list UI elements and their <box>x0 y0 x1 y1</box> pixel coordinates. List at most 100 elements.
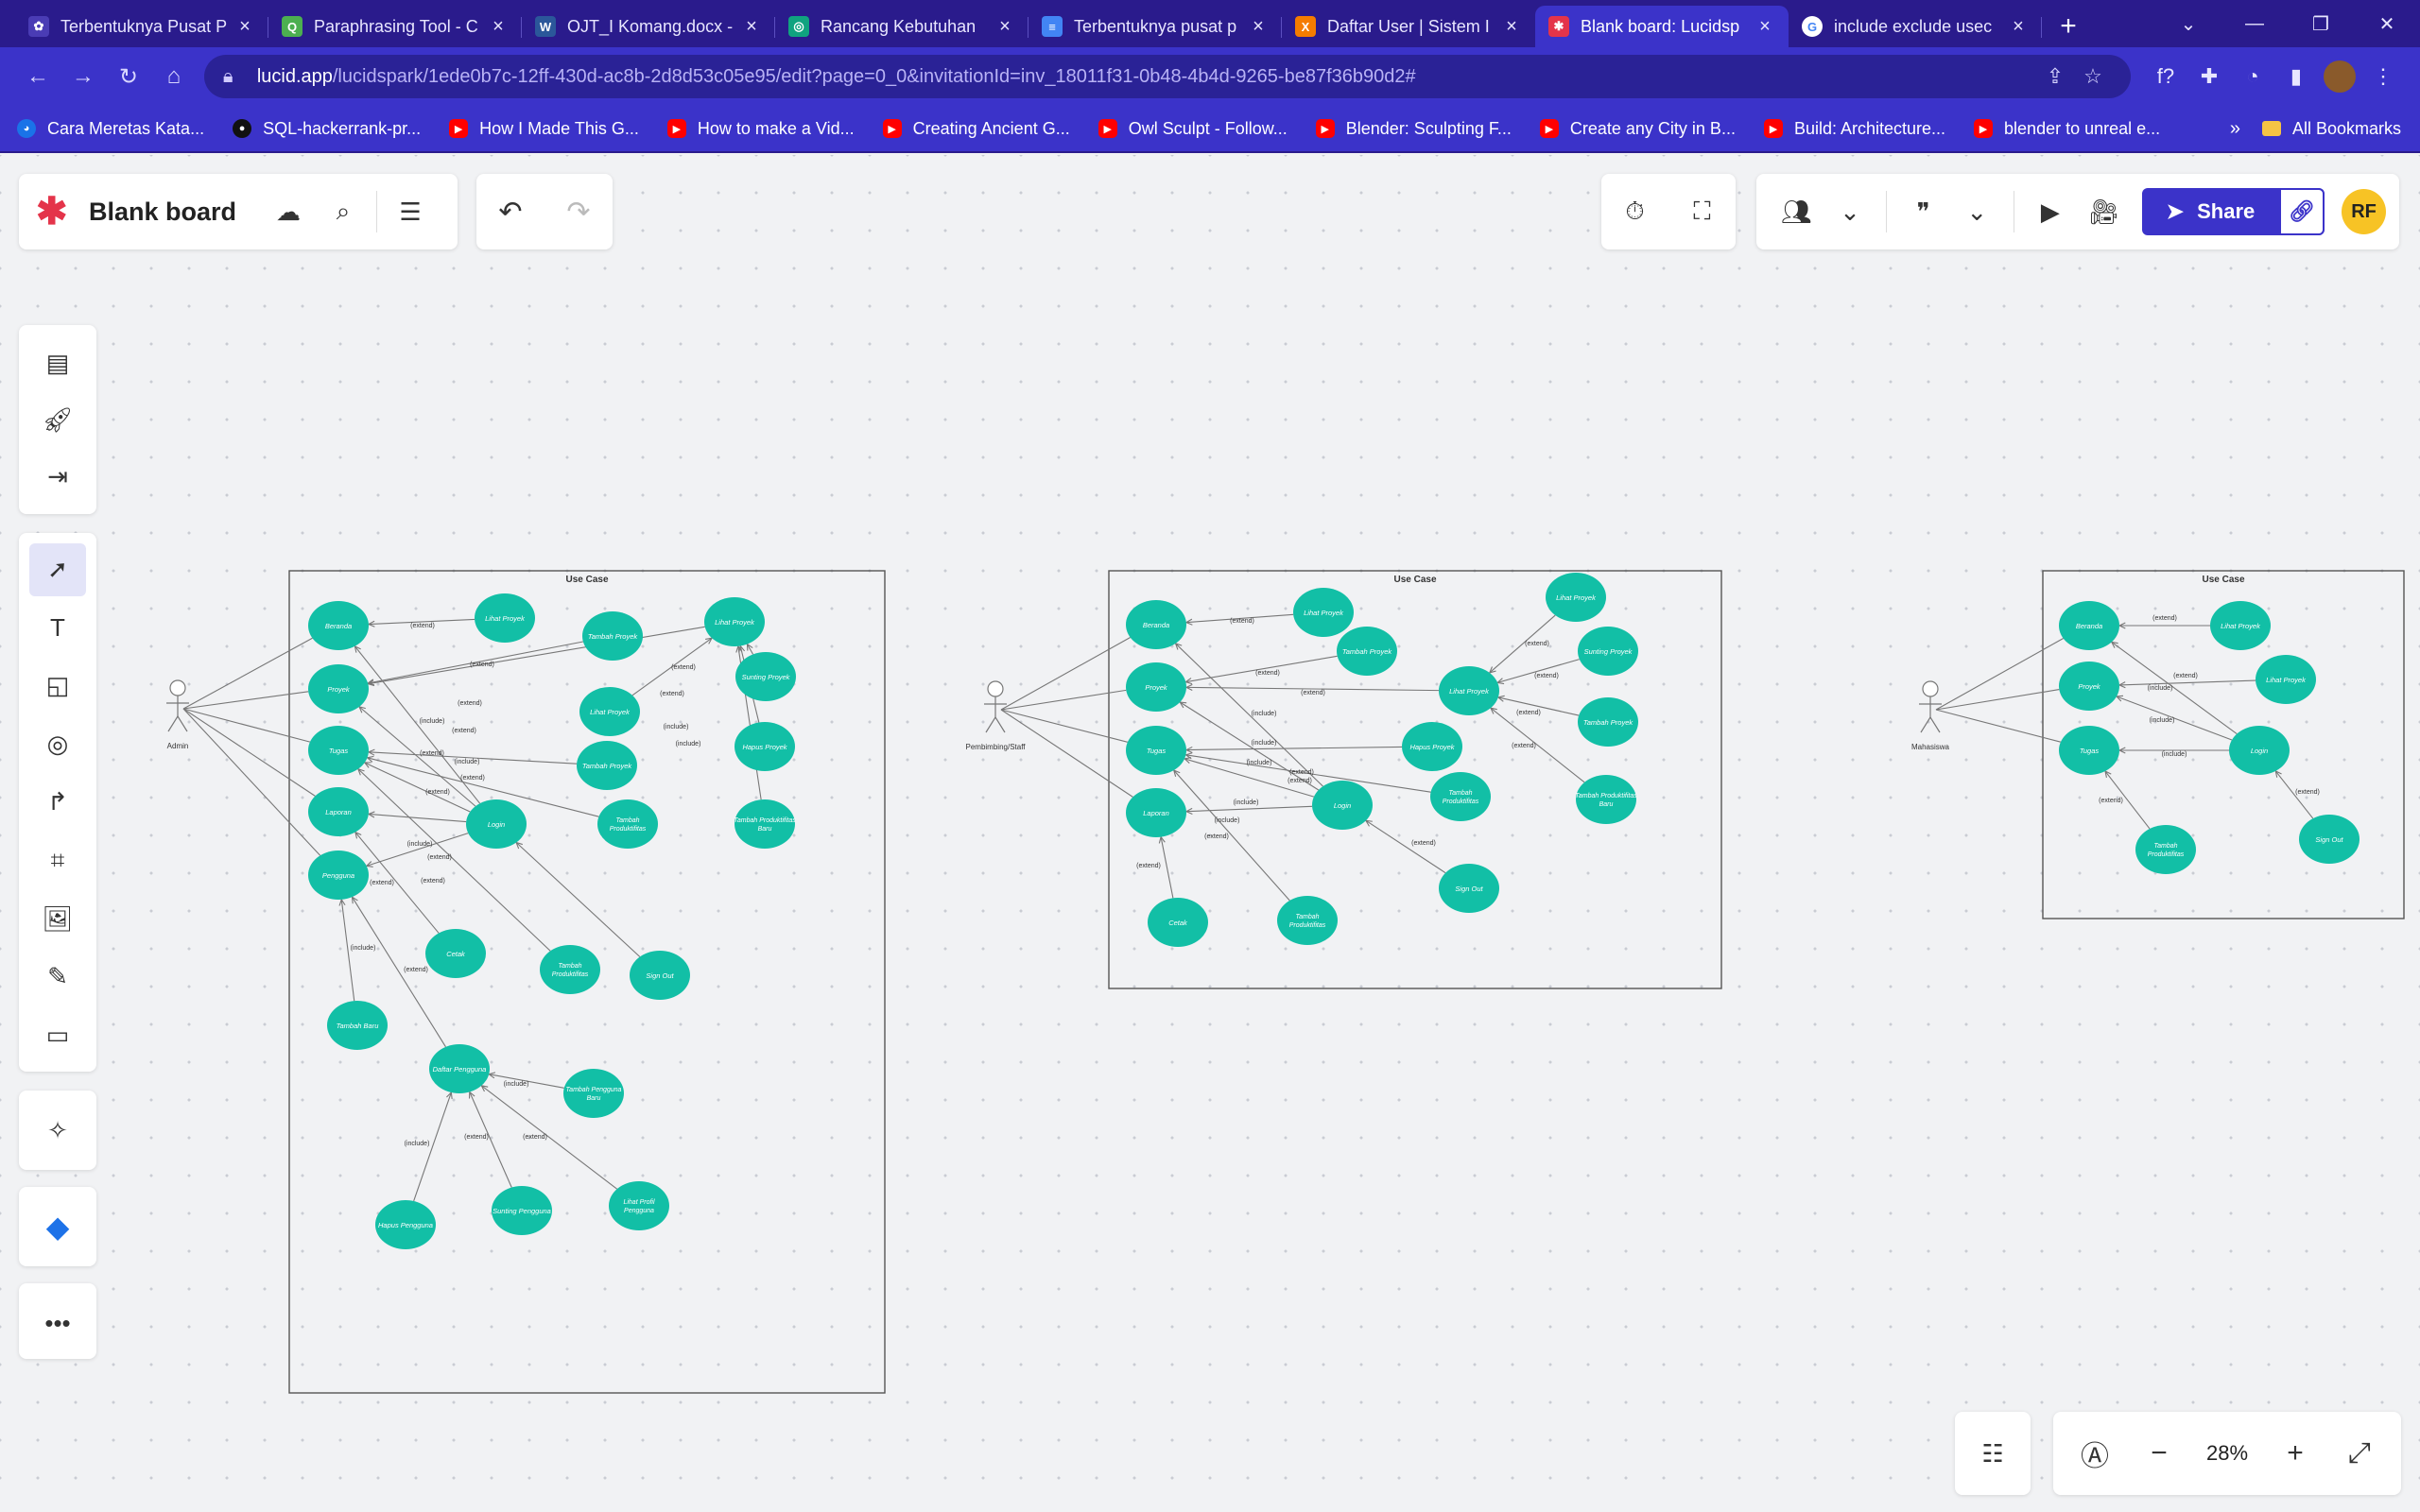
association-line[interactable] <box>1000 637 1131 711</box>
use-case-node[interactable]: Hapus Proyek <box>1402 722 1462 771</box>
close-tab-icon[interactable]: × <box>488 16 509 38</box>
zoom-level[interactable]: 28% <box>2199 1441 2256 1466</box>
use-case-ellipse[interactable] <box>540 945 600 994</box>
import-icon[interactable]: ⇥ <box>29 450 86 503</box>
use-case-node[interactable]: Proyek <box>308 664 369 713</box>
relationship-line[interactable] <box>1160 836 1174 899</box>
association-line[interactable] <box>1000 689 1127 711</box>
association-line[interactable] <box>182 708 311 743</box>
actor-leg[interactable] <box>1929 716 1941 733</box>
back-icon[interactable]: ← <box>15 54 60 99</box>
use-case-node[interactable]: Tugas <box>308 726 369 775</box>
arrowhead[interactable] <box>351 896 358 904</box>
reload-icon[interactable]: ↻ <box>106 54 151 99</box>
close-tab-icon[interactable]: × <box>741 16 762 38</box>
ai-sparkle-icon[interactable]: ✧ <box>19 1091 96 1170</box>
share-page-icon[interactable]: ⇪ <box>2036 64 2074 89</box>
relationship-line[interactable] <box>1185 655 1338 683</box>
use-case-node[interactable]: Lihat Proyek <box>579 687 640 736</box>
use-case-node[interactable]: Beranda <box>1126 600 1186 649</box>
use-case-diagrams[interactable]: Use Case Admin Beranda Lihat Proyek Tambah P… <box>0 155 2420 1512</box>
use-case-node[interactable]: Tugas <box>2059 726 2119 775</box>
actor-figure[interactable]: Admin <box>166 679 189 750</box>
connector-line-icon[interactable]: ↱ <box>29 776 86 829</box>
forward-icon[interactable]: → <box>60 54 106 99</box>
board-canvas[interactable]: Use Case Admin Beranda Lihat Proyek Tambah P… <box>0 155 2420 1512</box>
bookmark-item[interactable]: ▶ blender to unreal e... <box>1974 119 2160 139</box>
browser-tab[interactable]: W OJT_I Komang.docx - × <box>522 6 775 47</box>
browser-tab[interactable]: ✱ Blank board: Lucidsp × <box>1535 6 1789 47</box>
browser-tab[interactable]: X Daftar User | Sistem I × <box>1282 6 1535 47</box>
use-case-ellipse[interactable] <box>563 1069 624 1118</box>
use-case-ellipse[interactable] <box>1576 775 1636 824</box>
frame-icon[interactable]: ⌗ <box>29 834 86 887</box>
actor-head[interactable] <box>169 679 186 696</box>
text-tool-icon[interactable]: T <box>29 601 86 654</box>
use-case-node[interactable]: TambahProduktifitas <box>540 945 600 994</box>
use-case-node[interactable]: Tambah Proyek <box>1337 627 1397 676</box>
search-icon[interactable]: ⌕ <box>316 184 371 239</box>
use-case-ellipse[interactable] <box>735 799 795 849</box>
use-case-node[interactable]: Lihat Proyek <box>1546 573 1606 622</box>
use-case-node[interactable]: Tambah Produktifitas Baru <box>1575 775 1637 824</box>
close-tab-icon[interactable]: × <box>1754 16 1775 38</box>
copy-link-icon[interactable]: 🔗︎ <box>2279 188 2325 235</box>
formula-extension-icon[interactable]: f? <box>2144 64 2187 89</box>
use-case-node[interactable]: Lihat Proyek <box>2210 601 2271 650</box>
hamburger-menu-icon[interactable]: ☰ <box>383 184 438 239</box>
use-case-node[interactable]: Tambah Proyek <box>577 741 637 790</box>
site-info-icon[interactable]: 🔒︎ <box>223 66 246 88</box>
use-case-node[interactable]: TambahProduktifitas <box>1277 896 1338 945</box>
use-case-node[interactable]: Beranda <box>2059 601 2119 650</box>
restore-icon[interactable]: ❐ <box>2288 12 2354 36</box>
pen-draw-icon[interactable]: ✎ <box>29 951 86 1004</box>
extensions-puzzle-icon[interactable]: ✚ <box>2187 64 2231 89</box>
use-case-node[interactable]: Laporan <box>1126 788 1186 837</box>
browser-tab[interactable]: Ginclude exclude usec × <box>1789 6 2042 47</box>
use-case-node[interactable]: Lihat Proyek <box>1293 588 1354 637</box>
collaborators-icon[interactable]: 👥︎ <box>1770 184 1824 239</box>
browser-menu-icon[interactable]: ⋮ <box>2361 64 2405 89</box>
bookmark-item[interactable]: ● SQL-hackerrank-pr... <box>233 119 421 139</box>
use-case-ellipse[interactable] <box>1430 772 1491 821</box>
association-line[interactable] <box>182 637 313 710</box>
use-case-diagram[interactable]: Use Case Mahasiswa Beranda Lihat Proyek Proy… <box>1911 570 2405 919</box>
close-window-icon[interactable]: ✕ <box>2354 12 2420 36</box>
bookmark-item[interactable]: ▶ Creating Ancient G... <box>882 119 1070 139</box>
actor-leg[interactable] <box>167 715 179 732</box>
rocket-icon[interactable]: 🚀︎ <box>29 393 86 446</box>
minimize-icon[interactable]: — <box>2221 13 2288 35</box>
user-avatar[interactable]: RF <box>2342 189 2386 234</box>
actor-leg[interactable] <box>177 715 188 732</box>
browser-tab[interactable]: ≡ Terbentuknya pusat p × <box>1028 6 1282 47</box>
bookmark-item[interactable]: ▶ Build: Architecture... <box>1763 119 1945 139</box>
actor-head[interactable] <box>1922 680 1939 697</box>
use-case-node[interactable]: Tambah Produktifitas Baru <box>734 799 796 849</box>
bookmark-item[interactable]: ▶ Create any City in B... <box>1539 119 1736 139</box>
use-case-ellipse[interactable] <box>597 799 658 849</box>
address-bar[interactable]: 🔒︎ lucid.app/lucidspark/1ede0b7c-12ff-43… <box>203 55 2131 98</box>
fullscreen-icon[interactable]: ⤢ <box>2335 1429 2384 1478</box>
use-case-node[interactable]: Login <box>466 799 527 849</box>
use-case-node[interactable]: Lihat Proyek <box>1439 666 1499 715</box>
browser-tab[interactable]: ✿ Terbentuknya Pusat P × <box>15 6 268 47</box>
relationship-line[interactable] <box>368 626 705 685</box>
use-case-node[interactable]: Tambah Baru <box>327 1001 388 1050</box>
use-case-node[interactable]: Cetak <box>425 929 486 978</box>
relationship-line[interactable] <box>1185 805 1313 813</box>
share-button[interactable]: ➤ Share 🔗︎ <box>2141 188 2325 235</box>
sticky-note-icon[interactable]: ◱ <box>29 660 86 713</box>
actor-leg[interactable] <box>994 716 1006 733</box>
use-case-ellipse[interactable] <box>609 1181 669 1230</box>
relationship-line[interactable] <box>366 833 469 867</box>
bookmark-item[interactable]: ▶ Owl Sculpt - Follow... <box>1098 119 1288 139</box>
browser-tab[interactable]: ◎ Rancang Kebutuhan × <box>775 6 1028 47</box>
use-case-node[interactable]: Beranda <box>308 601 369 650</box>
use-case-node[interactable]: Sign Out <box>630 951 690 1000</box>
association-line[interactable] <box>182 708 321 856</box>
close-tab-icon[interactable]: × <box>2008 16 2029 38</box>
use-case-node[interactable]: Sunting Proyek <box>1578 627 1638 676</box>
close-tab-icon[interactable]: × <box>994 16 1015 38</box>
use-case-node[interactable]: Tambah Pengguna Baru <box>563 1069 624 1118</box>
accessibility-icon[interactable]: Ⓐ <box>2070 1429 2119 1478</box>
